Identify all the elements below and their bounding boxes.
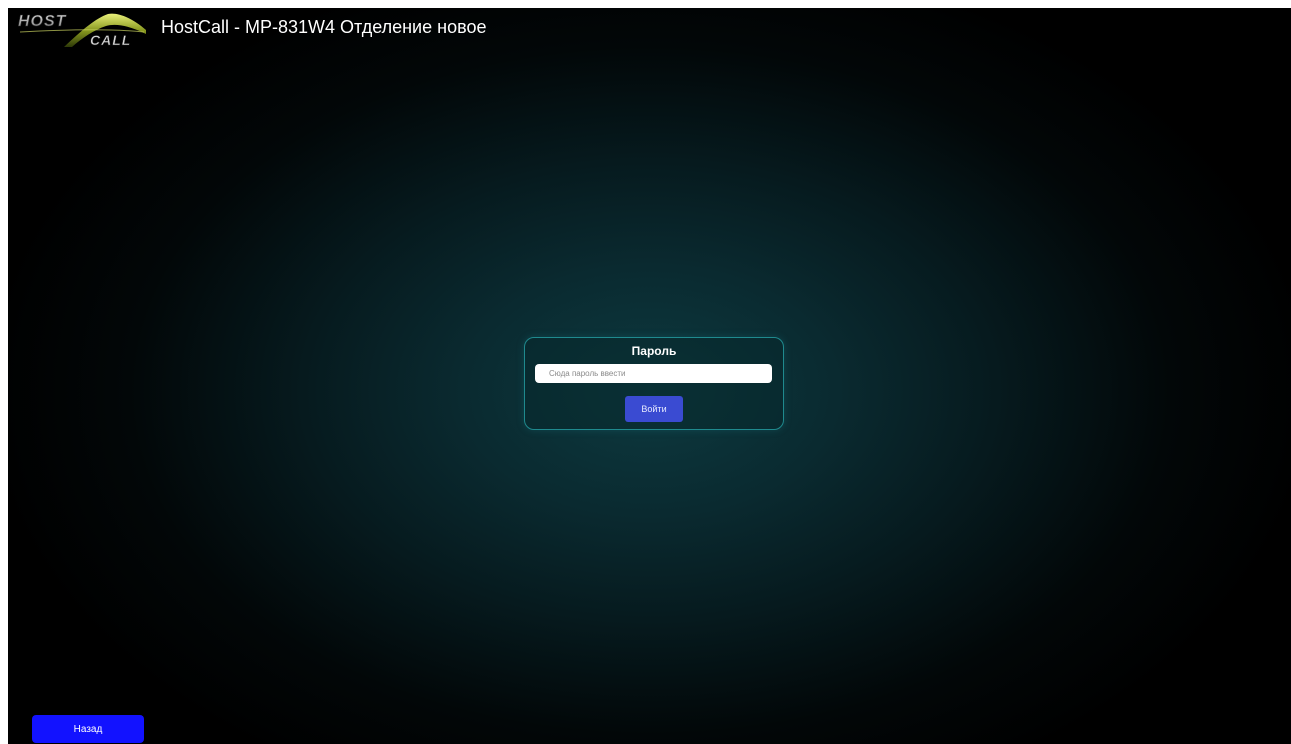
login-title: Пароль bbox=[631, 344, 677, 358]
back-button[interactable]: Назад bbox=[32, 715, 144, 743]
header: HOST CALL HostCall - MP-831W4 Отделение … bbox=[8, 8, 1291, 52]
screen: HOST CALL HostCall - MP-831W4 Отделение … bbox=[8, 8, 1291, 744]
logo-text-host: HOST bbox=[18, 13, 67, 30]
page-title: HostCall - MP-831W4 Отделение новое bbox=[161, 17, 487, 37]
hostcall-logo-icon: HOST CALL bbox=[18, 13, 146, 48]
login-button[interactable]: Войти bbox=[625, 396, 683, 422]
logo-text-call: CALL bbox=[90, 32, 131, 48]
login-panel: Пароль Войти bbox=[524, 337, 784, 430]
password-input[interactable] bbox=[535, 364, 772, 383]
